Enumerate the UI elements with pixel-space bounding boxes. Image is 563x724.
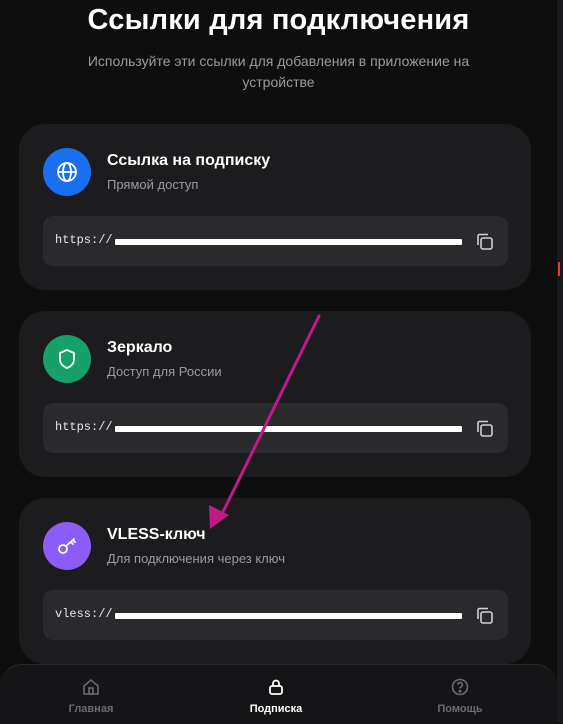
home-icon — [83, 678, 99, 695]
globe-icon — [43, 148, 91, 196]
lock-icon — [269, 679, 283, 695]
help-icon — [451, 678, 469, 696]
link-text[interactable]: https:// — [55, 420, 113, 434]
edge-marker — [558, 262, 560, 276]
link-field[interactable]: https:// — [43, 216, 508, 266]
redacted-link — [115, 613, 462, 619]
link-text[interactable]: https:// — [55, 233, 113, 247]
subscription-link-card: Ссылка на подписку Прямой доступ https:/… — [19, 124, 531, 290]
nav-item-help[interactable]: Помощь — [405, 677, 515, 715]
nav-label: Помощь — [437, 703, 483, 715]
link-field[interactable]: vless:// — [43, 590, 508, 640]
copy-icon[interactable] — [474, 231, 496, 253]
key-icon — [43, 522, 91, 570]
card-description: Прямой доступ — [107, 177, 199, 192]
mirror-card: Зеркало Доступ для России https:// — [19, 311, 531, 477]
nav-label: Подписка — [249, 703, 303, 715]
card-title: Зеркало — [107, 339, 173, 356]
redacted-link — [115, 426, 462, 432]
card-title: Ссылка на подписку — [107, 152, 271, 169]
copy-icon[interactable] — [474, 605, 496, 627]
card-description: Доступ для России — [107, 364, 222, 379]
bottom-nav: Главная Подписка Помощь — [0, 664, 557, 724]
card-description: Для подключения через ключ — [107, 551, 285, 566]
nav-label: Главная — [68, 703, 114, 715]
copy-icon[interactable] — [474, 418, 496, 440]
window-edge — [557, 0, 563, 723]
redacted-link — [115, 239, 462, 245]
shield-icon — [43, 335, 91, 383]
page-subtitle: Используйте эти ссылки для добавления в … — [87, 53, 470, 90]
card-title: VLESS-ключ — [107, 526, 206, 543]
nav-item-subscription[interactable]: Подписка — [221, 677, 331, 715]
link-text[interactable]: vless:// — [55, 607, 113, 621]
vless-key-card: VLESS-ключ Для подключения через ключ vl… — [19, 498, 531, 664]
nav-item-home[interactable]: Главная — [36, 677, 146, 715]
link-field[interactable]: https:// — [43, 403, 508, 453]
page-title: Ссылки для подключения — [87, 4, 470, 36]
